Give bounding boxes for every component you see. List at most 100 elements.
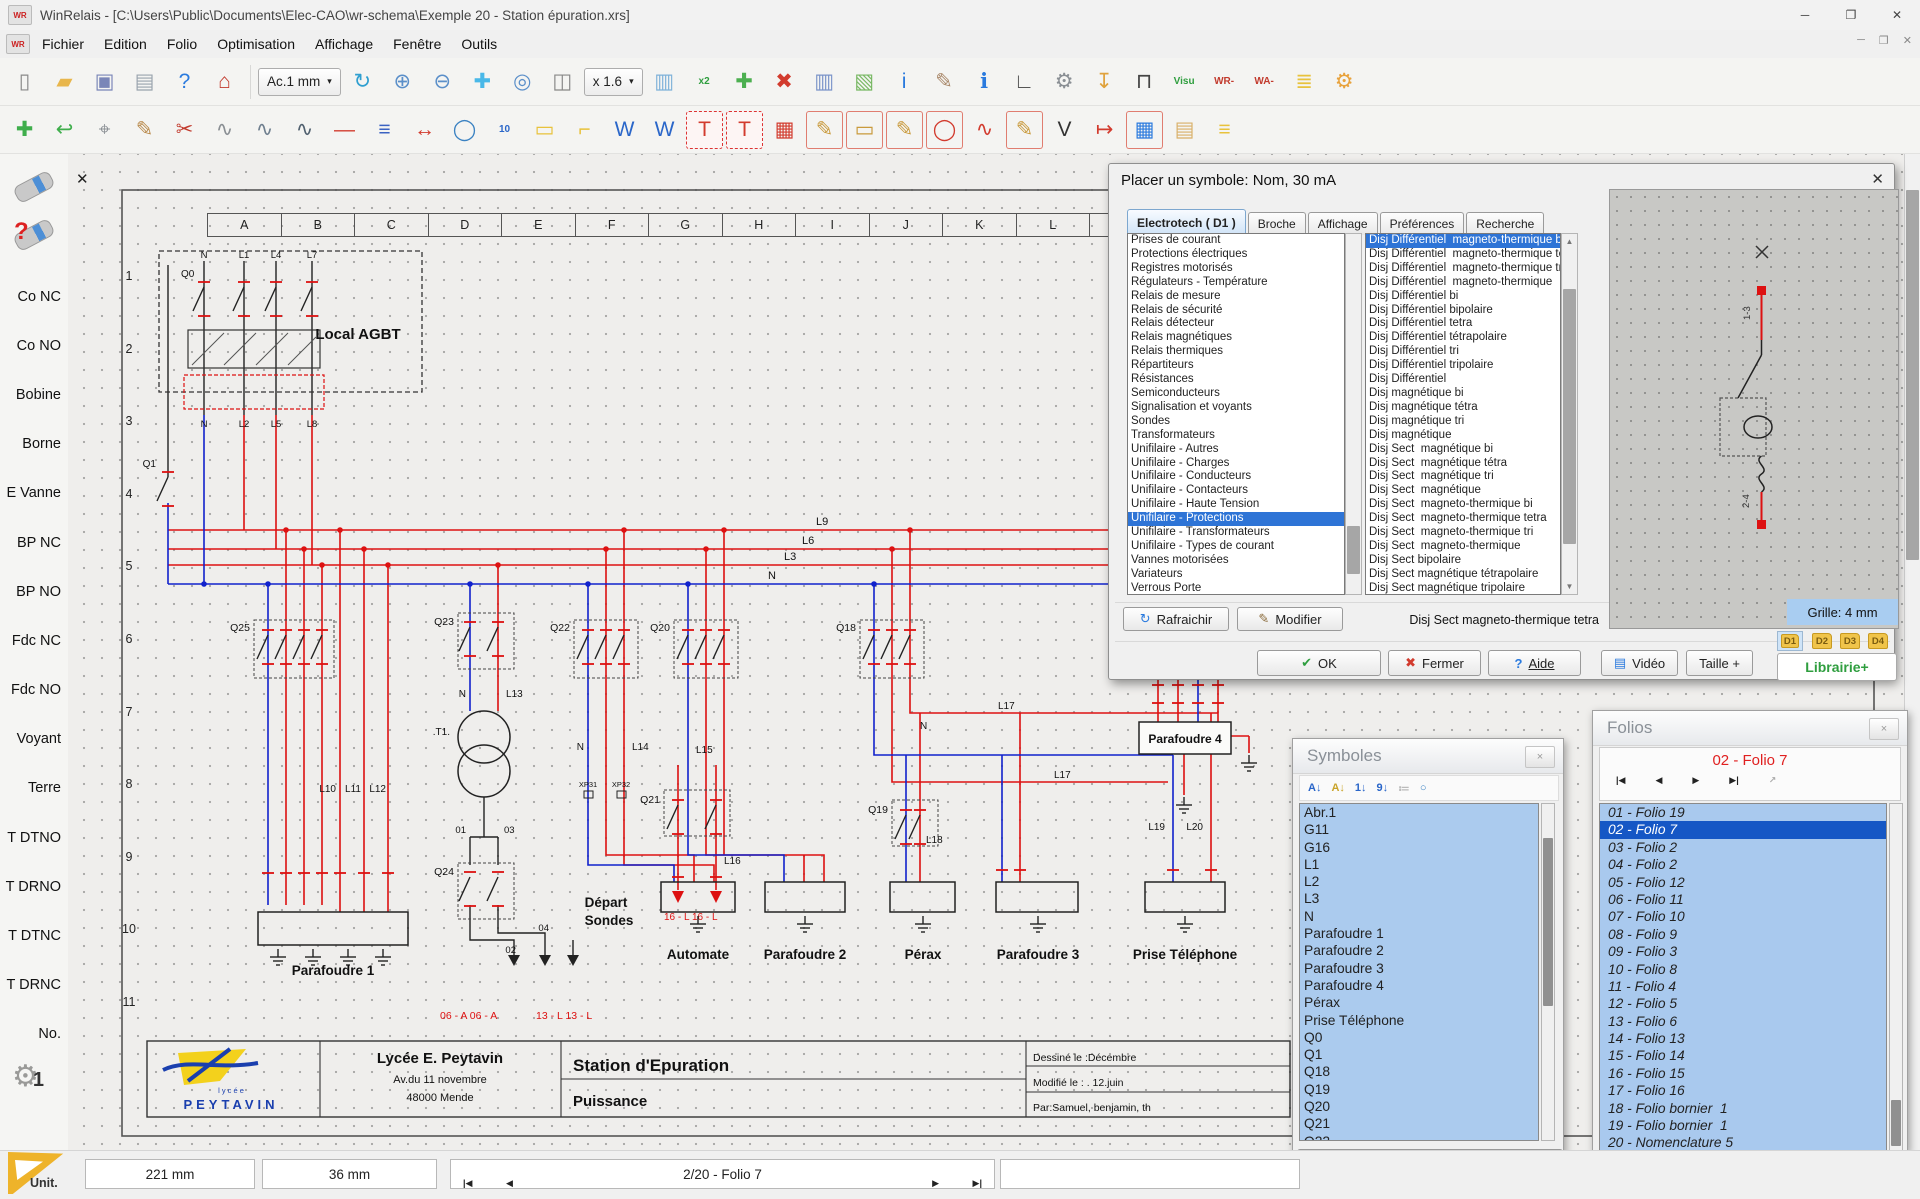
- table-icon[interactable]: ▦: [766, 111, 803, 149]
- paste-folio-icon[interactable]: ▧: [846, 63, 883, 101]
- dialog-tab[interactable]: Broche: [1248, 212, 1306, 235]
- symbols-list-item[interactable]: Parafoudre 1: [1300, 925, 1538, 942]
- folio-list-item[interactable]: 02 - Folio 7: [1600, 821, 1886, 838]
- category-item[interactable]: Registres motorisés: [1128, 262, 1344, 276]
- folio-list-item[interactable]: 16 - Folio 15: [1600, 1065, 1886, 1082]
- draw-line-icon[interactable]: ✎: [806, 111, 843, 149]
- paint-icon[interactable]: ✎: [126, 111, 163, 149]
- category-item[interactable]: Protections électriques: [1128, 248, 1344, 262]
- print-icon[interactable]: ▤: [126, 63, 163, 101]
- text-icon[interactable]: T: [686, 111, 723, 149]
- menu-fenetre[interactable]: Fenêtre: [383, 33, 451, 55]
- symbol-item[interactable]: Disj Différentiel magneto-thermique tétr…: [1366, 248, 1560, 262]
- zoom-level-dropdown[interactable]: x 1.6▾: [584, 68, 643, 96]
- refresh-button[interactable]: ↻ Rafraichir: [1123, 607, 1229, 631]
- category-item[interactable]: Variateurs: [1128, 568, 1344, 582]
- folio-list-item[interactable]: 03 - Folio 2: [1600, 839, 1886, 856]
- library-tab-d4[interactable]: D4: [1865, 631, 1891, 651]
- sidebar-symbol-button[interactable]: BP NC: [0, 518, 68, 567]
- symbols-list-item[interactable]: Q19: [1300, 1081, 1538, 1098]
- symbol-item[interactable]: Disj Sect magnétique bi: [1366, 443, 1560, 457]
- symbols-list-item[interactable]: Q20: [1300, 1098, 1538, 1115]
- menu-optimisation[interactable]: Optimisation: [207, 33, 305, 55]
- object-info-icon[interactable]: i: [886, 63, 923, 101]
- folios-scrollbar[interactable]: [1889, 803, 1903, 1151]
- category-item[interactable]: Transformateurs: [1128, 429, 1344, 443]
- cable-1-icon[interactable]: ∿: [206, 111, 243, 149]
- symbols-list-item[interactable]: L1: [1300, 856, 1538, 873]
- options-gear-icon[interactable]: ⚙: [1326, 63, 1363, 101]
- move-icon[interactable]: ✚: [6, 111, 43, 149]
- last-folio-button[interactable]: ▶|: [1729, 775, 1738, 786]
- sidebar-symbol-button[interactable]: T DRNC: [0, 961, 68, 1010]
- modify-button[interactable]: ✎ Modifier: [1237, 607, 1343, 631]
- symbol-item[interactable]: Disj Différentiel bipolaire: [1366, 304, 1560, 318]
- elbow-yellow-icon[interactable]: ⌐: [566, 111, 603, 149]
- symbol-item[interactable]: Disj Différentiel magneto-thermique bi: [1366, 234, 1560, 248]
- duplicate-x2-icon[interactable]: x2: [686, 63, 723, 101]
- folio-list-item[interactable]: 04 - Folio 2: [1600, 856, 1886, 873]
- library-tab-d1[interactable]: D1: [1777, 631, 1803, 651]
- sidebar-symbol-button[interactable]: Fdc NO: [0, 666, 68, 715]
- sidebar-symbol-button[interactable]: T DTNO: [0, 813, 68, 862]
- child-restore-button[interactable]: ❐: [1879, 34, 1889, 47]
- cable-3-icon[interactable]: ∿: [286, 111, 323, 149]
- wr-base-icon[interactable]: WR-: [1206, 63, 1243, 101]
- category-item[interactable]: Relais thermiques: [1128, 345, 1344, 359]
- connector-yellow-icon[interactable]: ▭: [526, 111, 563, 149]
- category-item[interactable]: Répartiteurs: [1128, 359, 1344, 373]
- wires-blue-icon[interactable]: ≡: [366, 111, 403, 149]
- wa-icon[interactable]: WA-: [1246, 63, 1283, 101]
- symbols-list-item[interactable]: Q18: [1300, 1063, 1538, 1080]
- symbol-item[interactable]: Disj magnétique: [1366, 429, 1560, 443]
- sidebar-symbol-button[interactable]: T DRNO: [0, 862, 68, 911]
- folio-list-item[interactable]: 10 - Folio 8: [1600, 961, 1886, 978]
- symbols-list-item[interactable]: Q1: [1300, 1046, 1538, 1063]
- scroll-down-icon[interactable]: ▼: [1562, 582, 1577, 591]
- symbol-item[interactable]: Disj Différentiel magneto-thermique tri: [1366, 262, 1560, 276]
- folio-list-item[interactable]: 07 - Folio 10: [1600, 908, 1886, 925]
- glue-icon[interactable]: ⌖: [86, 111, 123, 149]
- maximize-button[interactable]: ❐: [1828, 0, 1874, 30]
- sidebar-symbol-button[interactable]: Borne: [0, 420, 68, 469]
- category-item[interactable]: Verrous Porte: [1128, 582, 1344, 595]
- sidebar-symbol-button[interactable]: Voyant: [0, 715, 68, 764]
- category-item[interactable]: Relais de mesure: [1128, 290, 1344, 304]
- net-label-v-icon[interactable]: V: [1046, 111, 1083, 149]
- minimize-button[interactable]: ─: [1782, 0, 1828, 30]
- move-copy-icon[interactable]: ✚: [726, 63, 763, 101]
- sidebar-symbol-button[interactable]: No.: [0, 1010, 68, 1059]
- redraw-icon[interactable]: ↻: [344, 63, 381, 101]
- draw-rect2-icon[interactable]: ✎: [886, 111, 923, 149]
- note-icon[interactable]: ▤: [1166, 111, 1203, 149]
- view-preset-icon[interactable]: ▥: [646, 63, 683, 101]
- wire-label-w1-icon[interactable]: W: [606, 111, 643, 149]
- sidebar-symbol-button[interactable]: Bobine: [0, 370, 68, 419]
- draw-curve-icon[interactable]: ∿: [966, 111, 1003, 149]
- symbols-list-item[interactable]: Prise Téléphone: [1300, 1012, 1538, 1029]
- sort-num-icon[interactable]: 1↓: [1355, 782, 1367, 794]
- close-button[interactable]: ✕: [1874, 0, 1920, 30]
- category-item[interactable]: Unifilaire - Protections: [1128, 512, 1344, 526]
- symbols-list-item[interactable]: Pérax: [1300, 994, 1538, 1011]
- folio-list-item[interactable]: 05 - Folio 12: [1600, 874, 1886, 891]
- symbols-list-item[interactable]: Q22: [1300, 1133, 1538, 1141]
- zoom-window-icon[interactable]: ◫: [544, 63, 581, 101]
- folio-list-item[interactable]: 14 - Folio 13: [1600, 1030, 1886, 1047]
- dialog-close-icon[interactable]: ✕: [1871, 170, 1884, 188]
- help-icon[interactable]: ?: [166, 63, 203, 101]
- category-item[interactable]: Relais détecteur: [1128, 317, 1344, 331]
- symbol-item[interactable]: Disj Différentiel bi: [1366, 290, 1560, 304]
- librairie-plus-button[interactable]: Librairie+: [1777, 653, 1897, 681]
- visu-icon[interactable]: Visu: [1166, 63, 1203, 101]
- delete-icon[interactable]: ✖: [766, 63, 803, 101]
- close-button[interactable]: ✖ Fermer: [1388, 650, 1481, 676]
- save-icon[interactable]: ▣: [86, 63, 123, 101]
- wire-arrows-icon[interactable]: ↔: [406, 111, 443, 149]
- circle-icon[interactable]: ◯: [446, 111, 483, 149]
- symbols-list-item[interactable]: Parafoudre 3: [1300, 960, 1538, 977]
- symbols-list-item[interactable]: G16: [1300, 839, 1538, 856]
- sidebar-symbol-button[interactable]: Co NO: [0, 321, 68, 370]
- symbol-item[interactable]: Disj Sect magneto-thermique tri: [1366, 526, 1560, 540]
- lines-yellow-icon[interactable]: ≡: [1206, 111, 1243, 149]
